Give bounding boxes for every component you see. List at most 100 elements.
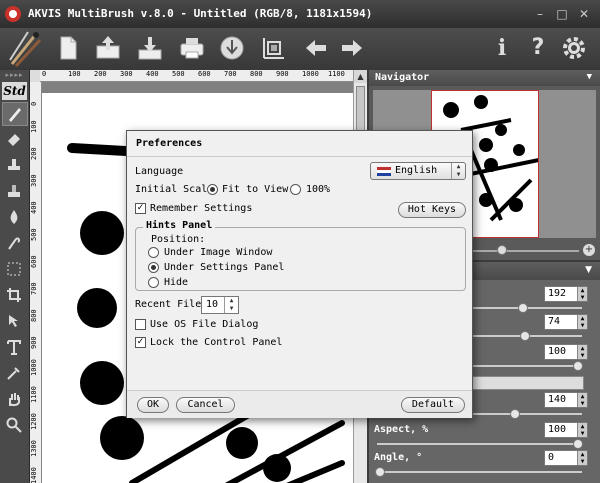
clone-stamp-tool-icon[interactable] [2,154,28,178]
export-web-icon[interactable] [218,34,246,62]
hot-keys-button[interactable]: Hot Keys [398,202,466,218]
spinner-arrows-icon[interactable]: ▲ ▼ [224,297,238,313]
cancel-button[interactable]: Cancel [176,397,235,413]
settings-collapse-icon[interactable]: ▼ [585,265,592,275]
default-button[interactable]: Default [401,397,465,413]
vertical-ruler: 0 100 200 300 400 500 600 700 800 900 1000 1100 1200… [30,82,42,483]
setting-value-spinner[interactable]: 192 ▲ ▼ [544,286,588,302]
title-bar: AKVIS MultiBrush v.8.0 - Untitled (RGB/8… [0,0,600,28]
pattern-stamp-tool-icon[interactable] [2,180,28,204]
remember-settings-label: Remember Settings [150,203,253,214]
setting-slider-track[interactable] [377,443,582,445]
open-image-icon[interactable] [94,34,122,62]
about-icon[interactable]: i [488,34,516,62]
smudge-tool-icon[interactable] [2,232,28,256]
ruler-v-tick-label: 1000 [30,359,38,376]
dialog-title: Preferences [127,131,472,157]
settings-row: Aspect, % 100 ▲ ▼ [369,422,600,450]
brush-tool-icon[interactable] [2,102,28,126]
hints-under-settings-radio[interactable] [148,262,159,273]
settings-row: Angle, ° 0 ▲ ▼ [369,450,600,478]
spinner-arrows-icon[interactable]: ▲ ▼ [577,315,587,329]
text-tool-icon[interactable] [2,336,28,360]
ruler-h-tick-label: 300 [120,70,133,78]
hand-tool-icon[interactable] [2,388,28,412]
zoom-tool-icon[interactable] [2,414,28,438]
recent-files-label: Recent Files [135,299,208,310]
eraser-tool-icon[interactable] [2,128,28,152]
main-toolbar: i ? [0,28,600,70]
scale-fit-radio[interactable] [207,184,218,195]
setting-slider-knob[interactable] [573,439,583,449]
language-value: English [395,165,438,176]
recent-files-spinner[interactable]: 10 ▲ ▼ [201,296,239,314]
setting-value-spinner[interactable]: 140 ▲ ▼ [544,392,588,408]
hints-under-window-radio[interactable] [148,247,159,258]
combo-arrows-icon[interactable]: ▲ ▼ [451,163,465,179]
zoom-in-icon[interactable]: + [583,244,595,256]
preferences-dialog: Preferences Language English ▲ ▼ Initial … [126,130,473,418]
ruler-v-tick-label: 1100 [30,386,38,403]
redo-icon[interactable] [338,34,366,62]
std-mode-button[interactable]: Std [2,82,27,100]
collapse-arrow-icon[interactable]: ▼ [587,72,592,82]
spinner-arrows-icon[interactable]: ▲ ▼ [577,423,587,437]
scale-100-radio[interactable] [290,184,301,195]
setting-slider-knob[interactable] [375,467,385,477]
navigator-header[interactable]: Navigator ▼ [369,70,600,86]
eyedropper-tool-icon[interactable] [2,362,28,386]
selection-tool-icon[interactable] [2,258,28,282]
setting-slider-knob[interactable] [573,361,583,371]
ruler-h-tick-label: 1100 [328,70,345,78]
spinner-arrows-icon[interactable]: ▲ ▼ [577,287,587,301]
ruler-v-tick-label: 900 [30,336,38,349]
use-os-dialog-label: Use OS File Dialog [150,319,259,330]
ruler-v-tick-label: 300 [30,174,38,187]
lock-control-panel-checkbox[interactable]: ✓ [135,337,146,348]
save-image-icon[interactable] [136,34,164,62]
help-icon[interactable]: ? [524,34,552,62]
hints-hide-label: Hide [164,277,189,288]
tools-grip[interactable]: ▸▸▸▸ [0,70,29,80]
ruler-v-tick-label: 700 [30,282,38,295]
maximize-button[interactable]: □ [554,6,570,22]
ruler-v-tick-label: 100 [30,120,38,133]
ruler-h-tick-label: 600 [198,70,211,78]
zoom-knob[interactable] [497,245,507,255]
crop-tool-icon[interactable] [2,284,28,308]
setting-value-spinner[interactable]: 0 ▲ ▼ [544,450,588,466]
use-os-dialog-checkbox[interactable] [135,319,146,330]
ruler-h-tick-label: 500 [172,70,185,78]
lock-control-panel-label: Lock the Control Panel [150,337,283,348]
remember-settings-checkbox[interactable]: ✓ [135,203,146,214]
undo-icon[interactable] [302,34,330,62]
spinner-arrows-icon[interactable]: ▲ ▼ [577,393,587,407]
spinner-arrows-icon[interactable]: ▲ ▼ [577,345,587,359]
ruler-v-tick-label: 1200 [30,413,38,430]
setting-label: Aspect, % [374,424,429,435]
spinner-arrows-icon[interactable]: ▲ ▼ [577,451,587,465]
new-file-icon[interactable] [54,34,82,62]
blur-tool-icon[interactable] [2,206,28,230]
setting-slider-knob[interactable] [519,331,530,341]
minimize-button[interactable]: – [532,6,548,22]
setting-slider-track[interactable] [377,471,582,473]
setting-value-spinner[interactable]: 100 ▲ ▼ [544,422,588,438]
canvas-size-icon[interactable] [260,34,288,62]
ruler-v-tick-label: 400 [30,201,38,214]
setting-slider-knob[interactable] [517,303,528,313]
scroll-up-arrow[interactable]: ▲ [354,70,367,83]
ruler-v-tick-label: 1300 [30,440,38,457]
preferences-gear-icon[interactable] [560,34,588,62]
print-icon[interactable] [178,34,206,62]
hints-panel-title: Hints Panel [143,220,216,231]
hints-hide-radio[interactable] [148,277,159,288]
setting-value-spinner[interactable]: 100 ▲ ▼ [544,344,588,360]
ok-button[interactable]: OK [137,397,169,413]
setting-label: Angle, ° [374,452,423,463]
language-select[interactable]: English ▲ ▼ [370,162,466,180]
close-button[interactable]: ✕ [576,6,592,22]
move-tool-icon[interactable] [2,310,28,334]
setting-slider-knob[interactable] [509,409,520,419]
setting-value-spinner[interactable]: 74 ▲ ▼ [544,314,588,330]
